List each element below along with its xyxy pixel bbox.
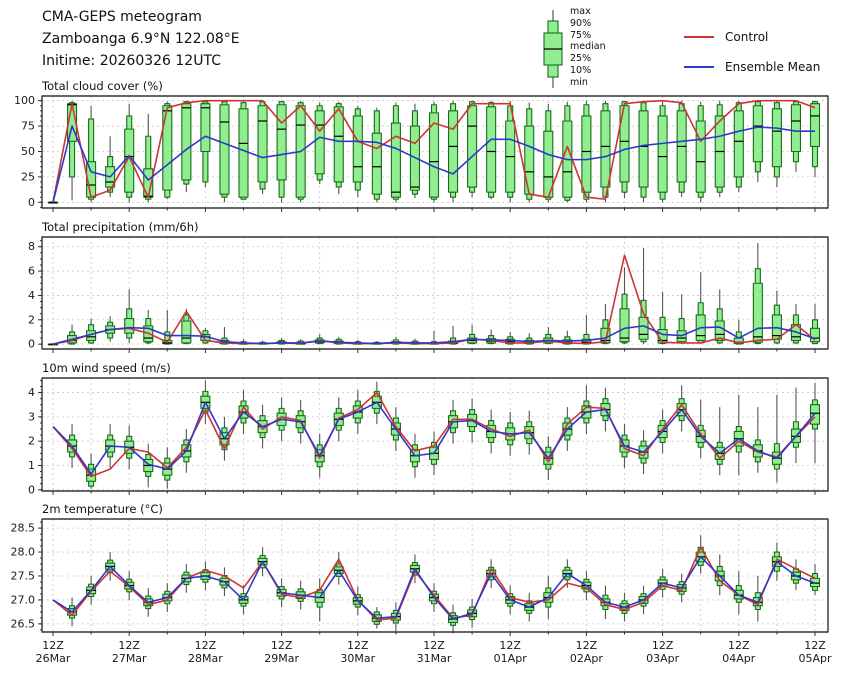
meteogram-app: CMA-GEPS meteogram Zamboanga 6.9°N 122.0… bbox=[0, 0, 844, 680]
location-label: Zamboanga 6.9°N 122.08°E bbox=[42, 31, 240, 47]
meteogram-canvas bbox=[0, 0, 844, 680]
box-legend-label-10: 10% bbox=[570, 64, 592, 76]
box-legend-label-min: min bbox=[570, 76, 588, 88]
box-legend-label-75: 75% bbox=[570, 29, 592, 41]
initime-label: Initime: 20260326 12UTC bbox=[42, 53, 221, 69]
boxplot-legend: max 90% 75% median 25% 10% min bbox=[540, 6, 606, 90]
page-title: CMA-GEPS meteogram bbox=[42, 9, 202, 25]
boxplot-legend-glyph bbox=[543, 10, 563, 88]
legend-control: Control bbox=[684, 22, 820, 52]
panel-title-temperature: 2m temperature (°C) bbox=[42, 502, 163, 516]
boxplot-legend-labels: max 90% 75% median 25% 10% min bbox=[570, 6, 606, 90]
box-legend-label-max: max bbox=[570, 6, 591, 17]
series-legend: Control Ensemble Mean bbox=[684, 22, 820, 82]
control-line-swatch bbox=[684, 36, 714, 38]
panel-title-total-precipitation: Total precipitation (mm/6h) bbox=[42, 220, 199, 234]
meteogram-header: CMA-GEPS meteogram Zamboanga 6.9°N 122.0… bbox=[42, 6, 240, 72]
ensemble-mean-line-swatch bbox=[684, 66, 714, 68]
panel-title-wind-speed: 10m wind speed (m/s) bbox=[42, 361, 171, 375]
box-legend-label-90: 90% bbox=[570, 17, 592, 29]
box-legend-label-25: 25% bbox=[570, 53, 592, 65]
box-legend-label-median: median bbox=[570, 41, 606, 53]
legend-control-label: Control bbox=[725, 30, 769, 44]
legend-ensemble-mean: Ensemble Mean bbox=[684, 52, 820, 82]
legend-ensemble-mean-label: Ensemble Mean bbox=[725, 60, 821, 74]
panel-title-total-cloud-cover: Total cloud cover (%) bbox=[42, 79, 163, 93]
